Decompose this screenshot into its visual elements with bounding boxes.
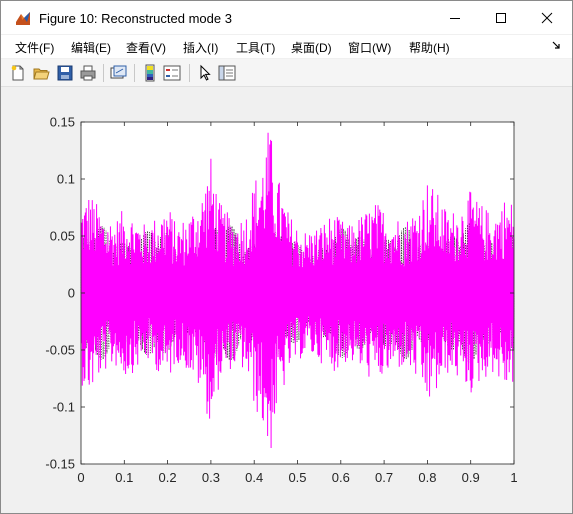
figure-toolbar	[1, 59, 572, 87]
show-plot-tools-icon[interactable]	[218, 64, 236, 82]
x-tick-label: 0.5	[288, 470, 306, 485]
edit-plot-arrow-icon[interactable]	[196, 64, 214, 82]
menu-help[interactable]: 帮助(H)	[409, 39, 450, 56]
menu-bar: 文件(F) 编辑(E) 查看(V) 插入(I) 工具(T) 桌面(D) 窗口(W…	[1, 35, 572, 58]
figure-canvas[interactable]: 0 0.1 0.2 0.3 0.4 0.5 0.6 0.7 0.8 0.9 1 -0.15 -0.1 -0…	[1, 88, 572, 513]
link-plot-icon[interactable]	[109, 64, 127, 82]
dock-arrow-icon[interactable]	[552, 40, 562, 50]
minimize-icon	[450, 17, 460, 19]
y-tick-label: -0.15	[45, 457, 75, 472]
save-icon[interactable]	[56, 64, 74, 82]
menu-window[interactable]: 窗口(W)	[348, 39, 391, 56]
toolbar-separator	[189, 64, 190, 82]
menu-file[interactable]: 文件(F)	[15, 39, 54, 56]
y-tick-label: 0.05	[50, 229, 75, 244]
insert-legend-icon[interactable]	[163, 64, 181, 82]
menu-insert[interactable]: 插入(I)	[183, 39, 218, 56]
close-button[interactable]	[524, 1, 570, 34]
maximize-icon	[496, 12, 506, 23]
window-title: Figure 10: Reconstructed mode 3	[39, 11, 232, 26]
close-icon	[541, 12, 553, 23]
title-bar[interactable]: Figure 10: Reconstructed mode 3	[1, 1, 572, 34]
reconstructed-mode-plot[interactable]: 0 0.1 0.2 0.3 0.4 0.5 0.6 0.7 0.8 0.9 1 -0.15 -0.1 -0…	[1, 88, 572, 513]
menu-view[interactable]: 查看(V)	[126, 39, 166, 56]
y-tick-label: 0	[68, 286, 75, 301]
x-tick-label: 0.4	[245, 470, 263, 485]
menu-tools[interactable]: 工具(T)	[236, 39, 275, 56]
x-tick-label: 0.8	[418, 470, 436, 485]
open-file-icon[interactable]	[32, 64, 50, 82]
matlab-figure-icon	[15, 10, 31, 26]
maximize-button[interactable]	[478, 1, 524, 34]
x-tick-label: 0.9	[462, 470, 480, 485]
y-tick-label: -0.1	[53, 400, 75, 415]
x-tick-label: 0.3	[202, 470, 220, 485]
x-tick-label: 0.7	[375, 470, 393, 485]
y-tick-label: -0.05	[45, 343, 75, 358]
print-icon[interactable]	[79, 64, 97, 82]
x-tick-label: 1	[510, 470, 517, 485]
menu-edit[interactable]: 编辑(E)	[71, 39, 111, 56]
y-tick-label: 0.15	[50, 115, 75, 130]
x-tick-label: 0.2	[159, 470, 177, 485]
menu-desktop[interactable]: 桌面(D)	[291, 39, 332, 56]
toolbar-separator	[103, 64, 104, 82]
figure-window: Figure 10: Reconstructed mode 3 文件(F) 编辑…	[0, 0, 573, 514]
toolbar-separator	[134, 64, 135, 82]
minimize-button[interactable]	[432, 1, 478, 34]
insert-colorbar-icon[interactable]	[141, 64, 159, 82]
new-figure-icon[interactable]	[9, 64, 27, 82]
x-tick-label: 0.1	[115, 470, 133, 485]
y-tick-label: 0.1	[57, 172, 75, 187]
x-tick-label: 0	[77, 470, 84, 485]
x-tick-label: 0.6	[332, 470, 350, 485]
